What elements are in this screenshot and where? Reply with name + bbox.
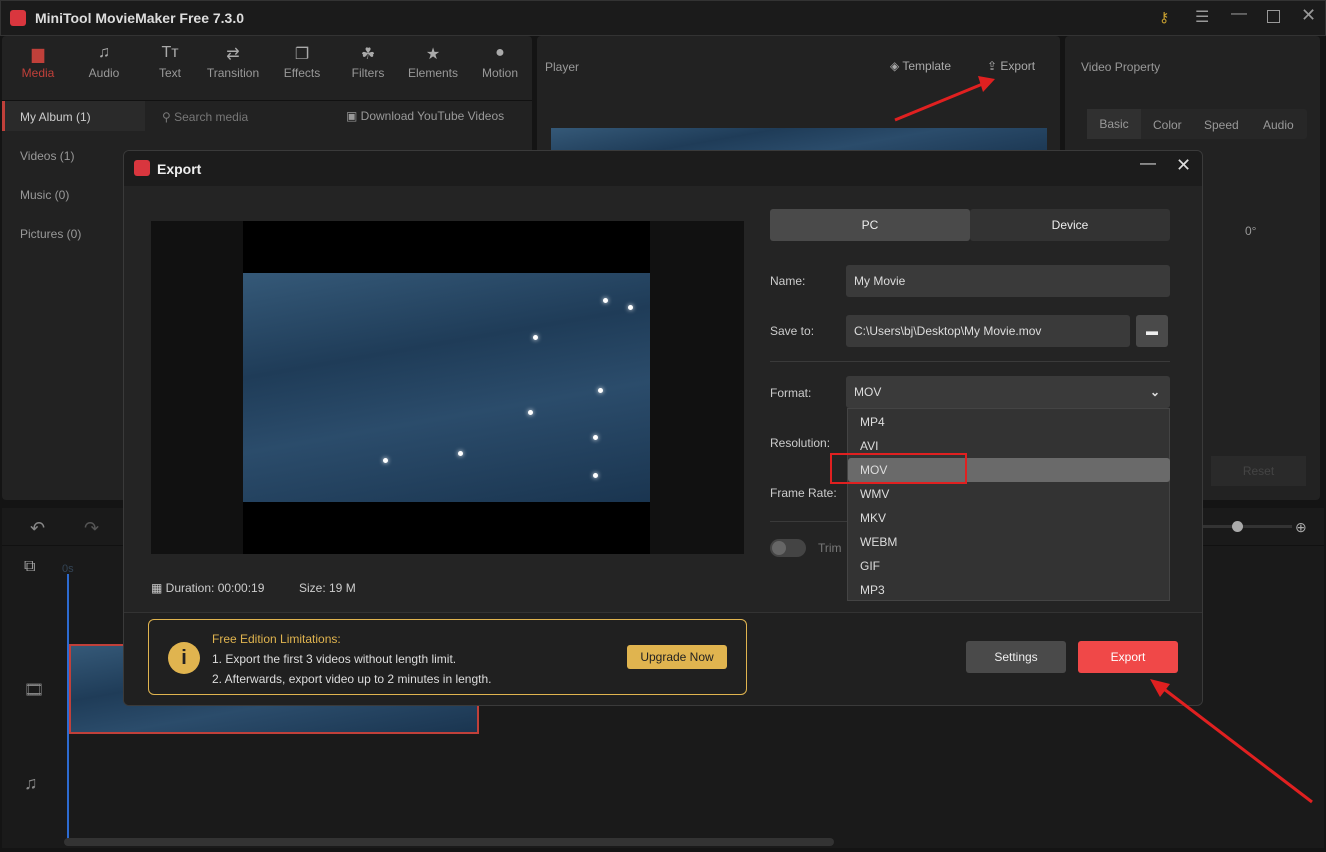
arrow-to-export-button — [1159, 684, 1313, 804]
arrowhead-icon — [978, 76, 995, 92]
annotation-arrows — [894, 76, 1313, 804]
arrow-to-top-export — [894, 81, 986, 122]
arrowhead-icon — [1150, 679, 1170, 697]
